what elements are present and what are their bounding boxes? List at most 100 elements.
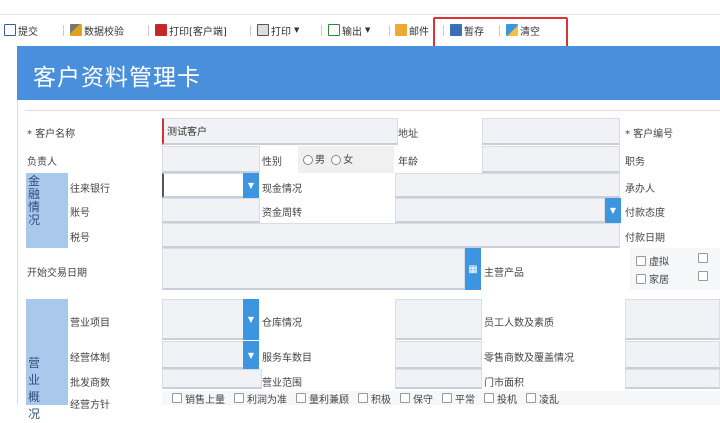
age-label: 年龄	[398, 157, 418, 168]
checkbox	[698, 253, 708, 263]
finance-section-label: 金融情况	[26, 173, 68, 248]
wholesaler-input[interactable]	[162, 369, 262, 389]
chevron-down-icon: ▼	[365, 26, 371, 34]
page-title: 客户资料管理卡	[33, 65, 201, 91]
separator	[321, 25, 322, 36]
bank-select[interactable]	[162, 173, 244, 198]
product-checkbox-virtual[interactable]: 虚拟	[636, 253, 669, 268]
checkbox	[442, 393, 452, 403]
validate-button[interactable]: 数据校验	[70, 22, 124, 38]
submit-button[interactable]: 提交	[4, 22, 38, 38]
policy-checkbox[interactable]: 利润为准	[234, 391, 287, 406]
policy-checkbox[interactable]: 凌乱	[526, 391, 559, 406]
bank-dropdown-chevron-icon[interactable]: ▼	[243, 173, 259, 198]
export-button[interactable]: 输出 ▼	[328, 22, 370, 38]
gender-radio-group: 男 女	[298, 146, 394, 173]
page-header: 客户资料管理卡	[17, 46, 720, 100]
pay-date-label: 付款日期	[625, 233, 665, 244]
separator	[250, 25, 251, 36]
calendar-icon[interactable]: ▦	[465, 248, 481, 290]
retailer-input[interactable]	[625, 341, 720, 369]
customer-no-label: * 客户编号	[625, 129, 674, 140]
cash-label: 现金情况	[262, 184, 302, 195]
address-input[interactable]	[482, 118, 620, 145]
main-product-label: 主营产品	[484, 268, 524, 279]
start-date-label: 开始交易日期	[27, 268, 87, 279]
fund-dropdown-chevron-icon[interactable]: ▼	[605, 198, 621, 223]
separator	[63, 25, 64, 36]
system-select[interactable]	[162, 341, 244, 369]
checkbox	[172, 393, 182, 403]
save-icon	[4, 24, 16, 36]
policy-label: 经营方针	[70, 400, 110, 411]
checkbox	[234, 393, 244, 403]
policy-checkbox[interactable]: 积极	[358, 391, 391, 406]
product-checkbox[interactable]	[698, 253, 711, 263]
store-area-label: 门市面积	[484, 378, 524, 389]
highlight-box	[433, 17, 568, 49]
print-button[interactable]: 打印 ▼	[257, 22, 299, 38]
checkbox	[484, 393, 494, 403]
age-input[interactable]	[482, 146, 620, 173]
customer-name-label: * 客户名称	[27, 129, 76, 140]
service-car-input[interactable]	[395, 341, 482, 369]
cash-input[interactable]	[395, 173, 620, 198]
separator	[148, 25, 149, 36]
chevron-down-icon: ▼	[294, 26, 300, 34]
store-area-input[interactable]	[625, 369, 720, 389]
scope-label: 营业范围	[262, 378, 302, 389]
gender-label: 性别	[262, 157, 282, 168]
printer-icon	[257, 24, 269, 36]
owner-label: 负责人	[27, 157, 57, 168]
policy-checkbox[interactable]: 量利兼顾	[296, 391, 349, 406]
product-checkbox-home[interactable]: 家居	[636, 271, 669, 286]
business-section-label: 营业概况	[26, 299, 68, 421]
policy-checkbox[interactable]: 平常	[442, 391, 475, 406]
policy-checkbox[interactable]: 保守	[400, 391, 433, 406]
male-radio[interactable]	[303, 155, 313, 165]
business-item-select[interactable]	[162, 299, 244, 340]
pay-attitude-label: 付款态度	[625, 208, 665, 219]
system-label: 经营体制	[70, 353, 110, 364]
retailer-label: 零售商数及覆盖情况	[484, 353, 574, 364]
tax-label: 税号	[70, 233, 90, 244]
checkbox	[698, 271, 708, 281]
checkbox	[636, 255, 646, 266]
bank-label: 往来银行	[70, 184, 110, 195]
start-date-input[interactable]	[162, 248, 465, 290]
checkbox	[636, 273, 646, 284]
checkbox	[526, 393, 536, 403]
warehouse-input[interactable]	[395, 299, 482, 340]
business-item-chevron-icon[interactable]: ▼	[243, 299, 259, 340]
separator	[389, 25, 390, 36]
mail-icon	[395, 24, 407, 36]
mail-button[interactable]: 邮件	[395, 22, 429, 38]
wholesaler-label: 批发商数	[70, 378, 110, 389]
product-checkbox[interactable]	[698, 271, 711, 281]
checkbox	[400, 393, 410, 403]
account-input[interactable]	[162, 198, 260, 223]
address-label: 地址	[398, 129, 418, 140]
scope-input[interactable]	[395, 369, 482, 389]
warehouse-label: 仓库情况	[262, 318, 302, 329]
account-label: 账号	[70, 208, 90, 219]
owner-input[interactable]	[162, 146, 260, 173]
staff-input[interactable]	[625, 299, 720, 340]
fund-label: 资金周转	[262, 208, 302, 219]
checkbox	[358, 393, 368, 403]
handler-label: 承办人	[625, 184, 655, 195]
service-car-label: 服务车数目	[262, 353, 312, 364]
toolbar: 提交 数据校验 打印[客户端] 打印 ▼ 输出 ▼ 邮件 暂存 清空	[0, 14, 720, 44]
divider	[25, 110, 720, 111]
position-label: 职务	[625, 157, 645, 168]
fund-select[interactable]	[395, 198, 605, 223]
female-radio[interactable]	[331, 155, 342, 165]
policy-checkbox[interactable]: 销售上量	[172, 391, 225, 406]
system-chevron-icon[interactable]: ▼	[243, 341, 259, 369]
business-item-label: 营业项目	[70, 318, 110, 329]
staff-label: 员工人数及素质	[484, 318, 554, 329]
tax-input[interactable]	[162, 223, 620, 248]
policy-checkbox[interactable]: 投机	[484, 391, 517, 406]
print-client-button[interactable]: 打印[客户端]	[155, 22, 227, 38]
customer-name-input[interactable]: 测试客户	[162, 118, 398, 145]
